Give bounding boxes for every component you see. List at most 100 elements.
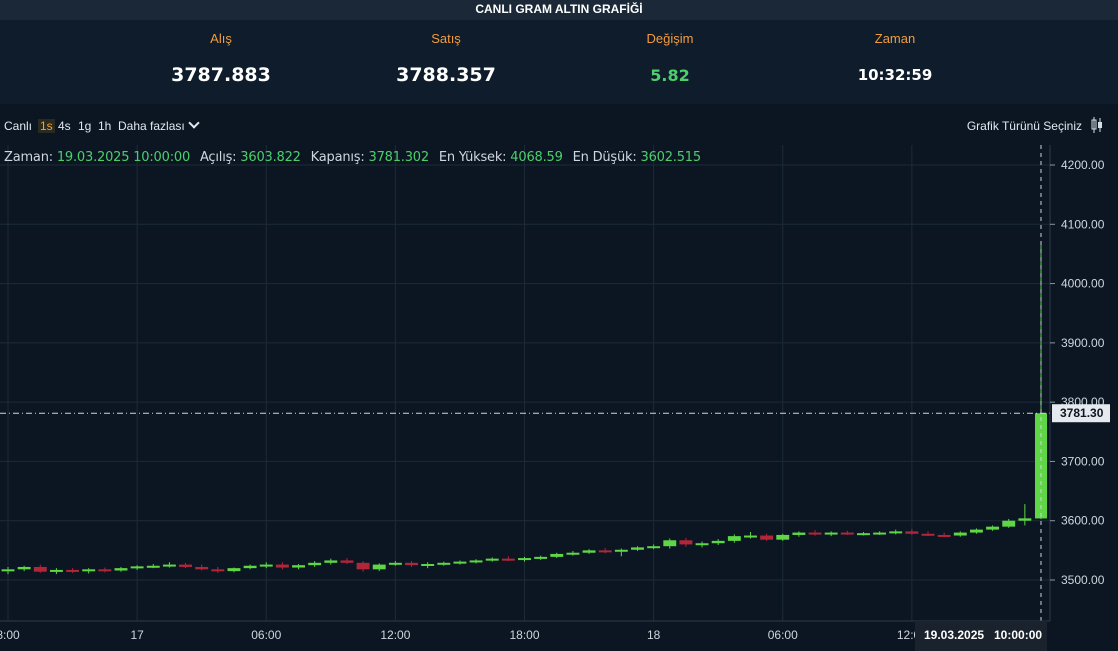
stat-buy-label: Alış (210, 31, 232, 46)
candle-body[interactable] (679, 540, 693, 545)
candle-body[interactable] (308, 562, 322, 566)
candlestick-chart[interactable]: 4200.004100.004000.003900.003800.003700.… (0, 145, 1118, 651)
candle-body[interactable] (388, 562, 402, 565)
time-tick-label: 06:00 (251, 628, 281, 642)
candle-body[interactable] (356, 562, 370, 570)
candle-body[interactable] (840, 532, 854, 535)
price-tick-label: 4000.00 (1061, 277, 1105, 291)
candle-body[interactable] (211, 569, 225, 572)
candle-body[interactable] (1002, 520, 1016, 527)
candle-body[interactable] (33, 566, 47, 572)
candle-body[interactable] (873, 532, 887, 535)
candle-body[interactable] (663, 540, 677, 547)
candle-body[interactable] (937, 534, 951, 537)
interval-1h-button[interactable]: 1h (98, 119, 111, 133)
stat-buy-value: 3787.883 (171, 64, 271, 86)
candle-body[interactable] (405, 562, 418, 566)
candle-body[interactable] (582, 550, 596, 553)
candle-body[interactable] (49, 569, 63, 572)
candle-body[interactable] (146, 565, 160, 568)
candle-body[interactable] (324, 560, 338, 563)
interval-live-button[interactable]: Canlı (4, 119, 32, 133)
candle-body[interactable] (969, 529, 983, 533)
candle-body[interactable] (179, 564, 193, 567)
candle-body[interactable] (275, 564, 289, 568)
candle-body[interactable] (631, 547, 644, 550)
info-close-value: 3781.302 (368, 150, 430, 165)
info-high-value: 4068.59 (510, 150, 563, 165)
candle-body[interactable] (340, 560, 354, 563)
candle-body[interactable] (17, 566, 31, 570)
candle-body[interactable] (727, 536, 741, 541)
time-tick-label: 06:00 (768, 628, 798, 642)
stat-time-value: 10:32:59 (857, 66, 933, 84)
candle-body[interactable] (259, 564, 273, 567)
candle-body[interactable] (485, 558, 499, 561)
info-open-value: 3603.822 (240, 150, 301, 165)
candle-body[interactable] (776, 534, 790, 540)
candle-body[interactable] (453, 561, 467, 564)
info-low-label: En Düşük: (572, 150, 637, 165)
candle-body[interactable] (566, 552, 580, 555)
candle-body[interactable] (534, 556, 548, 559)
candle-body[interactable] (921, 533, 935, 536)
candle-body[interactable] (824, 532, 838, 535)
candle-body[interactable] (1, 569, 15, 572)
candle-body[interactable] (195, 566, 209, 570)
crosshair-date-label: 19.03.2025 (924, 628, 984, 642)
info-low-value: 3602.515 (640, 150, 702, 165)
candle-body[interactable] (986, 526, 1000, 530)
candle-body[interactable] (808, 532, 822, 535)
candle-body[interactable] (856, 533, 870, 536)
chevron-down-icon (188, 117, 200, 129)
candle-body[interactable] (243, 565, 257, 569)
interval-4s-button[interactable]: 4s (58, 119, 71, 133)
candle-body[interactable] (501, 558, 515, 561)
candle-body[interactable] (130, 566, 144, 569)
candle-body[interactable] (598, 550, 612, 553)
candle-body[interactable] (98, 569, 112, 572)
candle-body[interactable] (82, 569, 96, 572)
price-tick-label: 3500.00 (1061, 573, 1105, 587)
chart-type-selector[interactable]: Grafik Türünü Seçiniz (967, 119, 1082, 133)
stat-change-value: 5.82 (650, 66, 690, 85)
more-intervals-dropdown[interactable]: Daha fazlası (118, 117, 200, 133)
interval-1s-button[interactable]: 1s (38, 119, 55, 133)
chart-title: CANLI GRAM ALTIN GRAFİĞİ (0, 0, 1118, 20)
price-tick-label: 3700.00 (1061, 454, 1105, 468)
candle-body[interactable] (227, 568, 241, 572)
time-tick-label: 18 (647, 628, 661, 642)
candle-body[interactable] (372, 564, 386, 570)
candle-body[interactable] (292, 565, 305, 568)
candle-body[interactable] (889, 531, 903, 534)
stat-time-label: Zaman (874, 31, 916, 46)
info-close-label: Kapanış: (310, 150, 365, 165)
candle-body[interactable] (162, 564, 176, 567)
stat-sell-label: Satış (431, 31, 461, 46)
candle-body[interactable] (647, 546, 661, 549)
candle-body[interactable] (614, 549, 628, 552)
candle-body[interactable] (469, 560, 483, 563)
price-stats-panel: Alış 3787.883 Satış 3788.357 Değişim 5.8… (0, 20, 1118, 104)
candle-body[interactable] (953, 532, 967, 536)
ohlc-info-line: Zaman: 19.03.2025 10:00:00 Açılış: 3603.… (4, 150, 707, 165)
info-open-label: Açılış: (199, 150, 237, 165)
interval-1g-button[interactable]: 1g (78, 119, 91, 133)
time-tick-label: 17 (130, 628, 144, 642)
candle-body[interactable] (905, 531, 919, 534)
candle-body[interactable] (711, 540, 725, 544)
candle-body[interactable] (792, 532, 806, 535)
candle-body[interactable] (518, 558, 531, 561)
candle-body[interactable] (1018, 518, 1032, 521)
candle-body[interactable] (66, 569, 80, 572)
last-price-label: 3781.30 (1060, 406, 1104, 420)
candle-body[interactable] (744, 535, 757, 538)
candle-body[interactable] (695, 543, 709, 546)
candle-body[interactable] (550, 553, 564, 557)
candle-body[interactable] (760, 535, 774, 540)
candlestick-icon[interactable] (1090, 117, 1104, 133)
candle-body[interactable] (437, 562, 451, 565)
info-time-value: 19.03.2025 10:00:00 (56, 150, 191, 165)
candle-body[interactable] (421, 563, 435, 566)
candle-body[interactable] (114, 568, 128, 571)
